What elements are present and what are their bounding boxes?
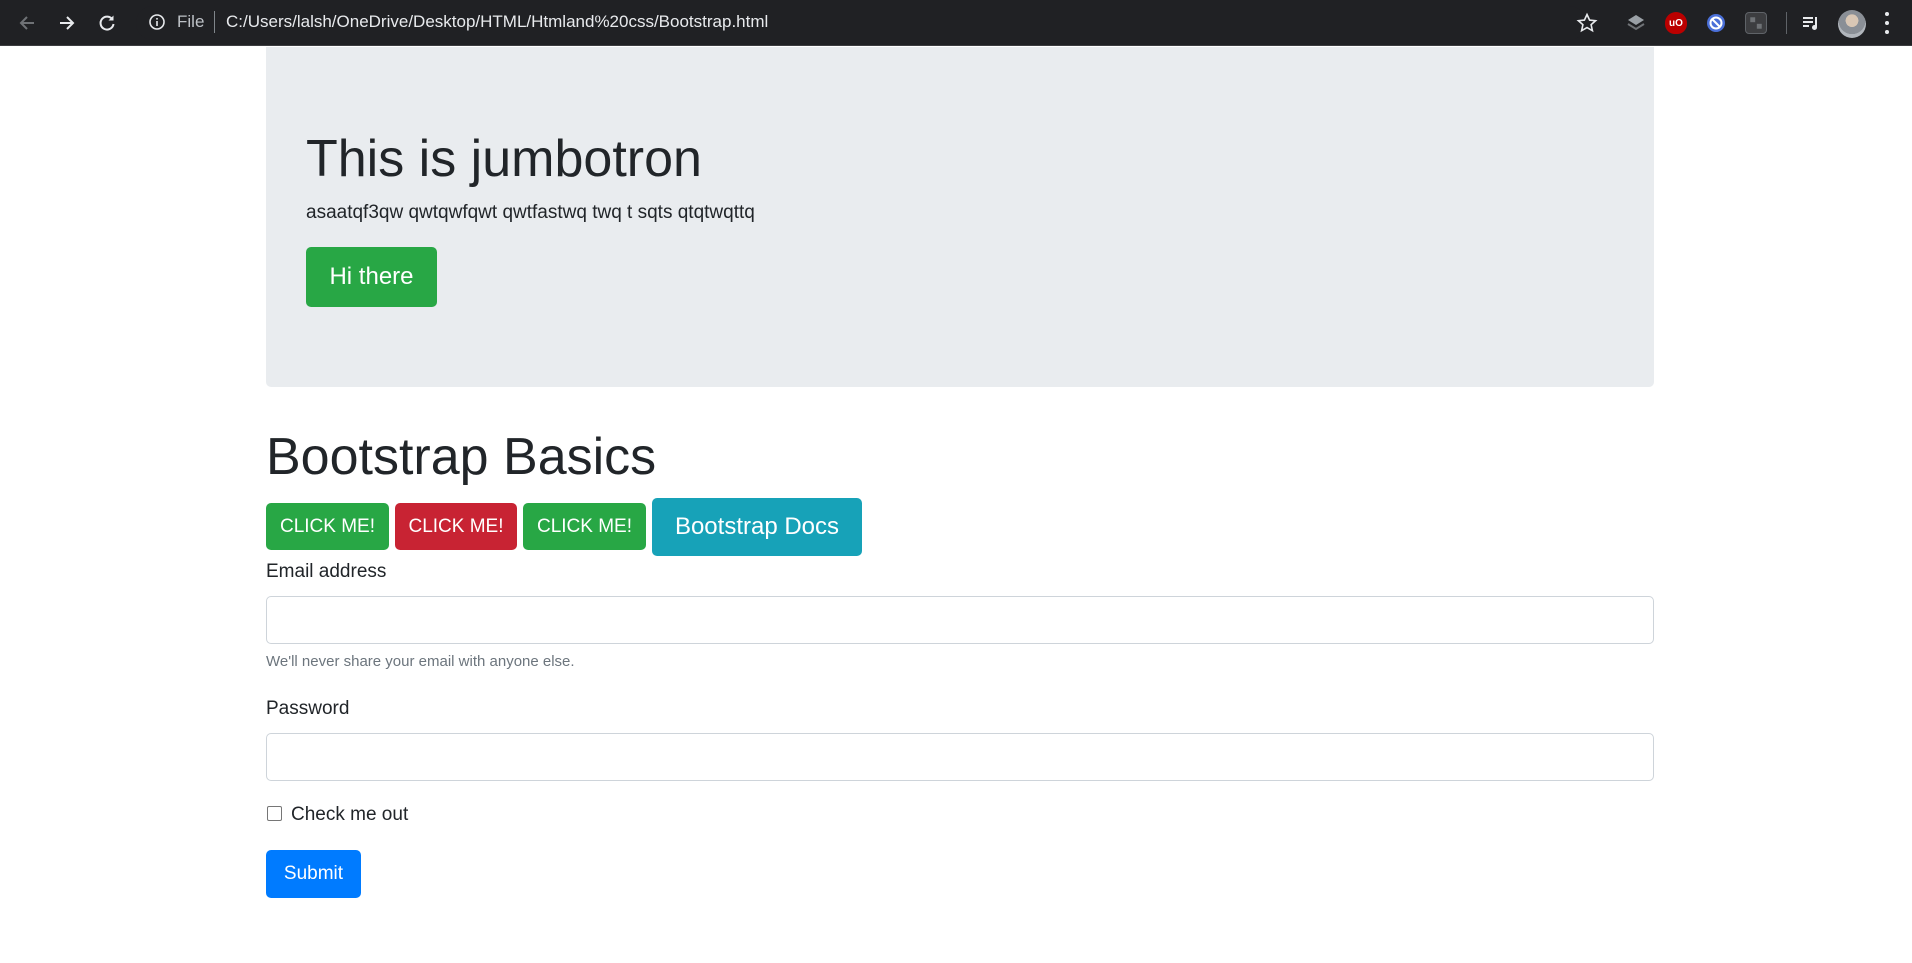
jumbotron-text: asaatqf3qw qwtqwfqwt qwtfastwq twq t sqt… (306, 202, 755, 223)
password-field[interactable] (266, 733, 1654, 781)
menu-icon[interactable] (1884, 12, 1890, 34)
hi-there-button[interactable]: Hi there (306, 247, 437, 307)
layers-extension-icon[interactable] (1625, 12, 1647, 34)
email-field[interactable] (266, 596, 1654, 644)
forward-icon[interactable] (52, 8, 82, 38)
submit-button[interactable]: Submit (266, 850, 361, 898)
click-me-button-green[interactable]: CLICK ME! (266, 503, 389, 550)
email-help-text: We'll never share your email with anyone… (266, 653, 575, 670)
password-label: Password (266, 698, 350, 719)
info-icon[interactable] (148, 13, 166, 31)
ublock-extension-icon[interactable]: uO (1665, 12, 1687, 34)
check-me-out-checkbox[interactable] (267, 806, 282, 821)
click-me-button-red[interactable]: CLICK ME! (395, 503, 517, 550)
email-label: Email address (266, 561, 387, 582)
reload-icon[interactable] (92, 8, 122, 38)
block-extension-icon[interactable] (1705, 12, 1727, 34)
jumbotron-title: This is jumbotron (306, 130, 702, 188)
file-scheme-label: File (177, 12, 205, 31)
address-divider (214, 11, 215, 33)
grid-extension-icon[interactable] (1745, 12, 1767, 34)
click-me-button-green-2[interactable]: CLICK ME! (523, 503, 646, 550)
browser-toolbar: File C:/Users/lalsh/OneDrive/Desktop/HTM… (0, 0, 1912, 46)
profile-avatar[interactable] (1838, 10, 1866, 38)
star-icon[interactable] (1576, 12, 1598, 34)
check-me-out-label[interactable]: Check me out (291, 804, 408, 826)
page-title: Bootstrap Basics (266, 428, 657, 486)
back-icon[interactable] (12, 8, 42, 38)
media-control-icon[interactable] (1800, 12, 1822, 34)
address-url[interactable]: C:/Users/lalsh/OneDrive/Desktop/HTML/Htm… (226, 12, 768, 32)
toolbar-divider (1786, 12, 1787, 34)
bootstrap-docs-link[interactable]: Bootstrap Docs (652, 498, 862, 556)
